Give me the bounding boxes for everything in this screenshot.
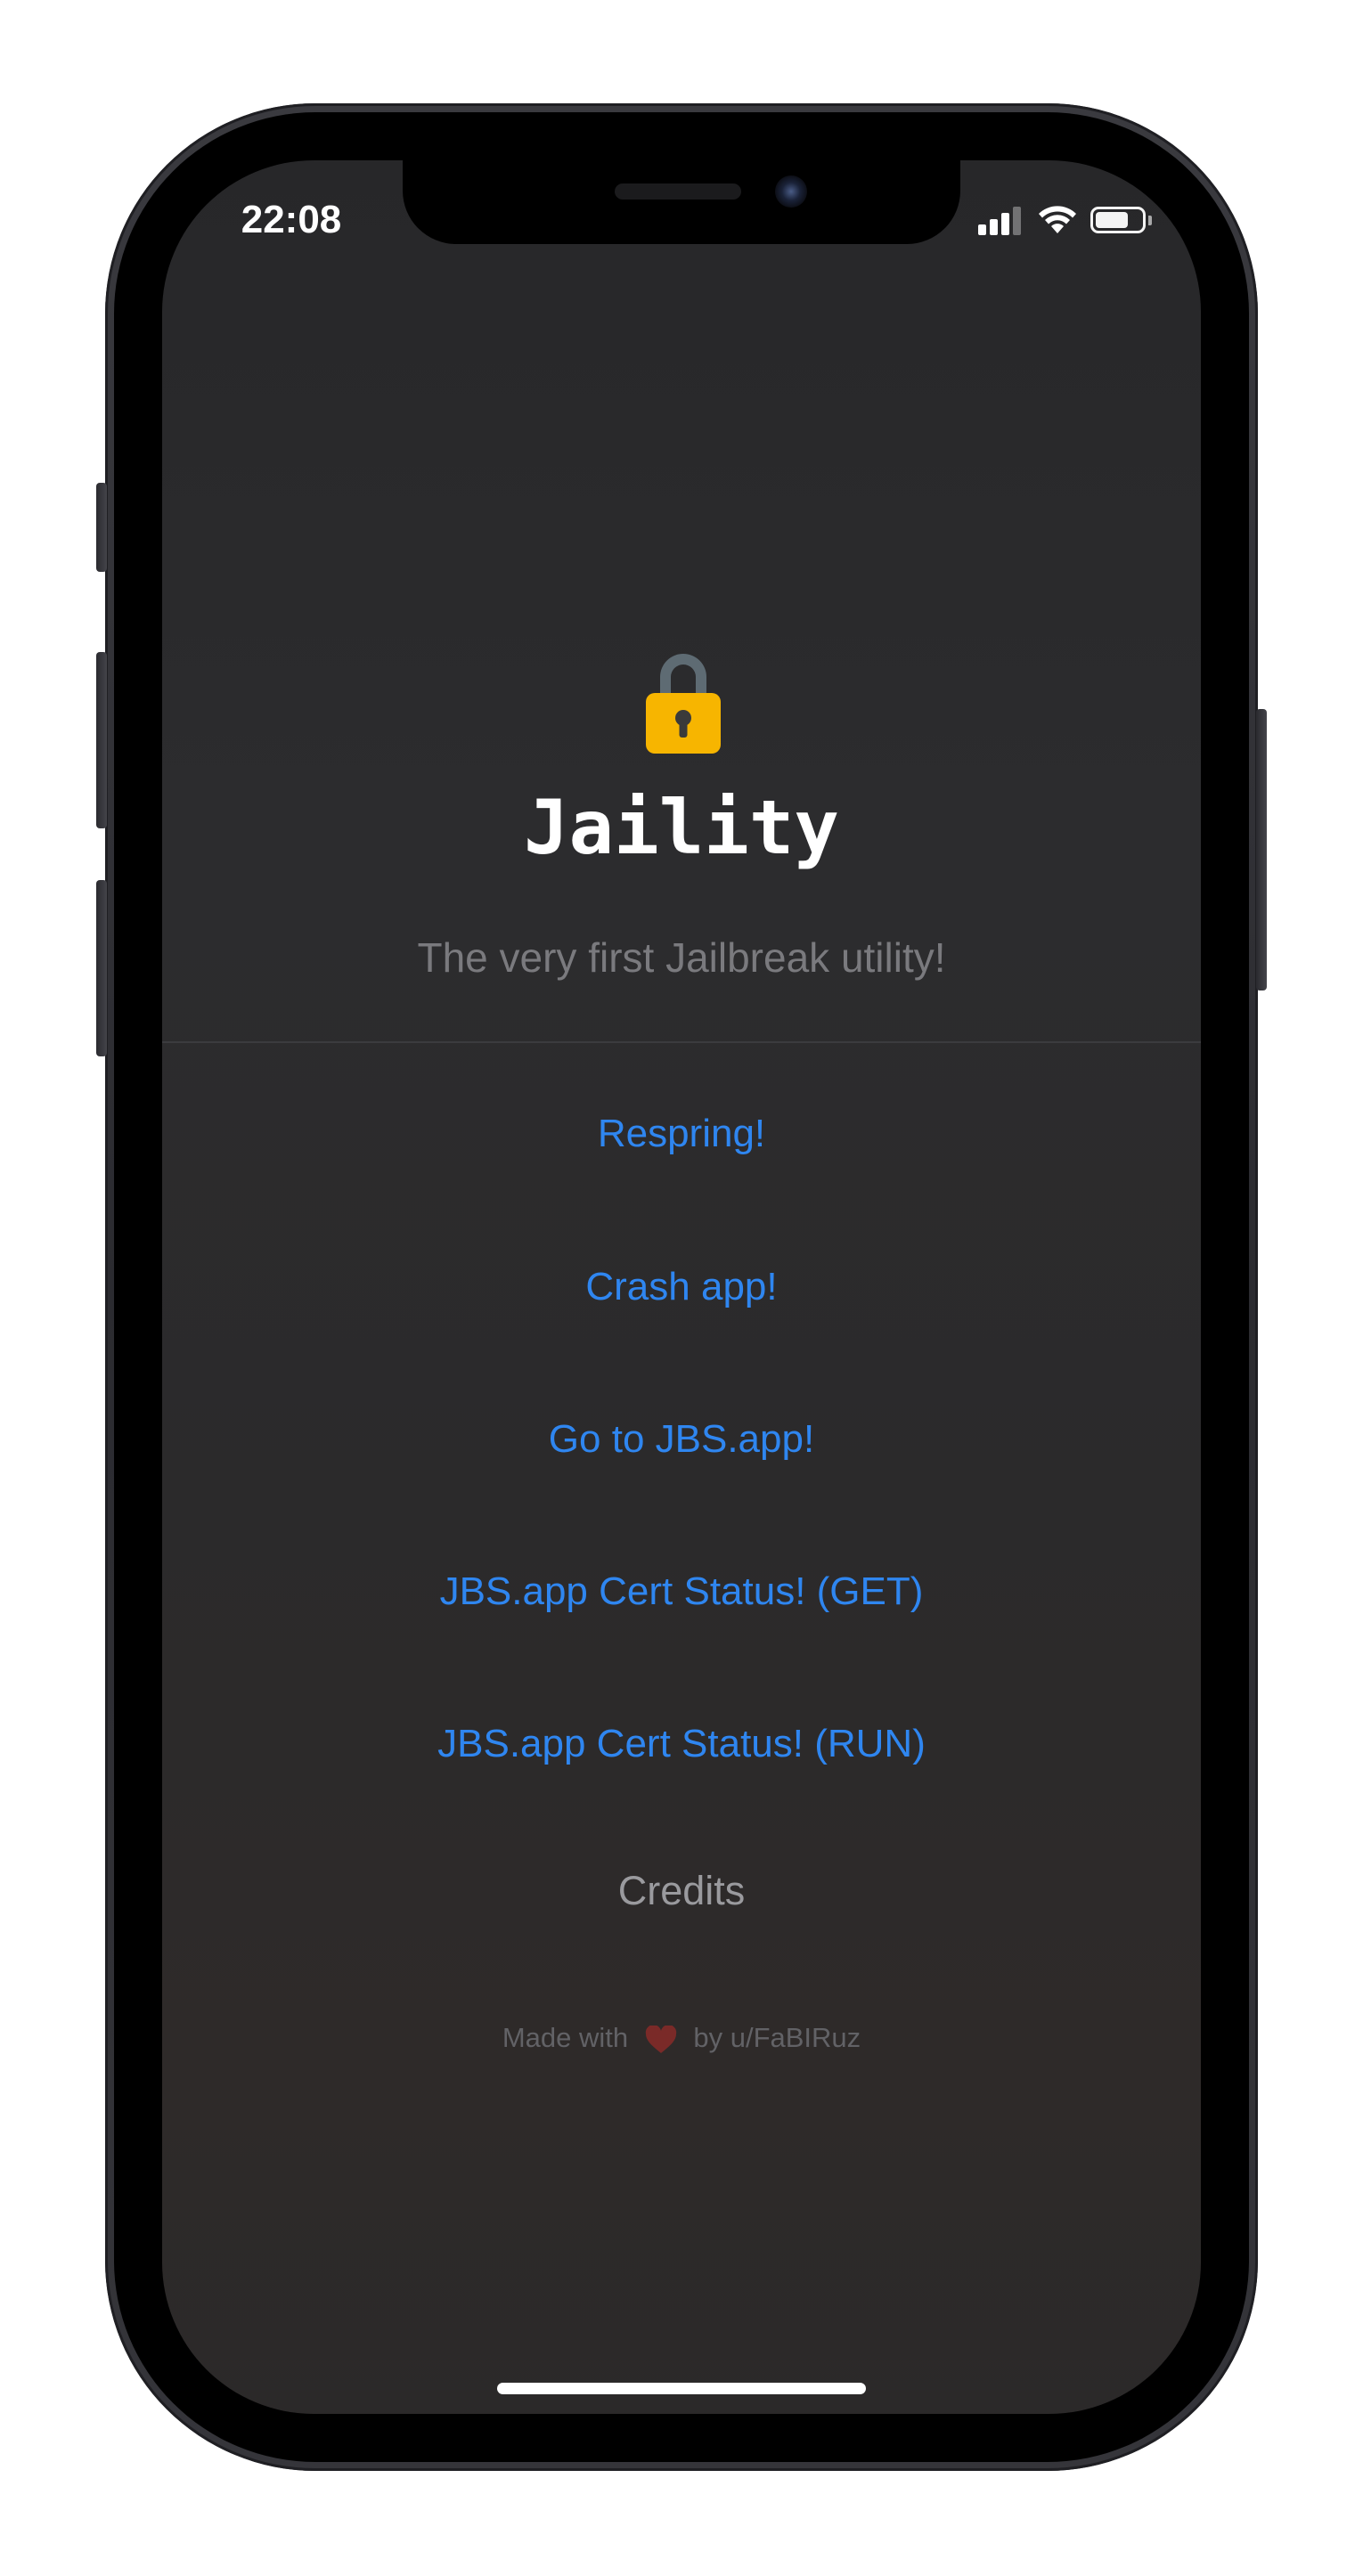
home-indicator[interactable] bbox=[497, 2383, 866, 2394]
respring-button[interactable]: Respring! bbox=[162, 1112, 1201, 1156]
wifi-icon bbox=[1039, 206, 1076, 233]
front-camera bbox=[775, 175, 807, 208]
ringer-switch bbox=[96, 483, 107, 572]
footer-suffix: by u/FaBIRuz bbox=[693, 2022, 861, 2053]
credits-button[interactable]: Credits bbox=[162, 1868, 1201, 1914]
volume-down-button bbox=[96, 880, 107, 1056]
notch bbox=[403, 160, 960, 244]
app-screen: 22:08 Jaility The very first Jailbreak u… bbox=[162, 160, 1201, 2414]
app-title: Jaility bbox=[523, 784, 839, 871]
section-divider bbox=[162, 1041, 1201, 1043]
app-subtitle: The very first Jailbreak utility! bbox=[417, 934, 946, 981]
battery-icon bbox=[1090, 207, 1146, 233]
power-button bbox=[1256, 709, 1267, 990]
status-time: 22:08 bbox=[241, 198, 342, 241]
volume-up-button bbox=[96, 652, 107, 828]
cert-status-get-button[interactable]: JBS.app Cert Status! (GET) bbox=[162, 1569, 1201, 1614]
go-to-jbs-app-button[interactable]: Go to JBS.app! bbox=[162, 1417, 1201, 1462]
cert-status-run-button[interactable]: JBS.app Cert Status! (RUN) bbox=[162, 1722, 1201, 1766]
cellular-signal-icon bbox=[978, 205, 1023, 235]
heart-icon bbox=[645, 2025, 676, 2053]
earpiece-speaker bbox=[615, 183, 741, 200]
status-icons bbox=[978, 205, 1156, 237]
lock-icon bbox=[646, 654, 721, 754]
footer-prefix: Made with bbox=[502, 2022, 629, 2053]
footer-made-with: Made with by u/FaBIRuz bbox=[162, 2022, 1201, 2054]
crash-app-button[interactable]: Crash app! bbox=[162, 1265, 1201, 1309]
